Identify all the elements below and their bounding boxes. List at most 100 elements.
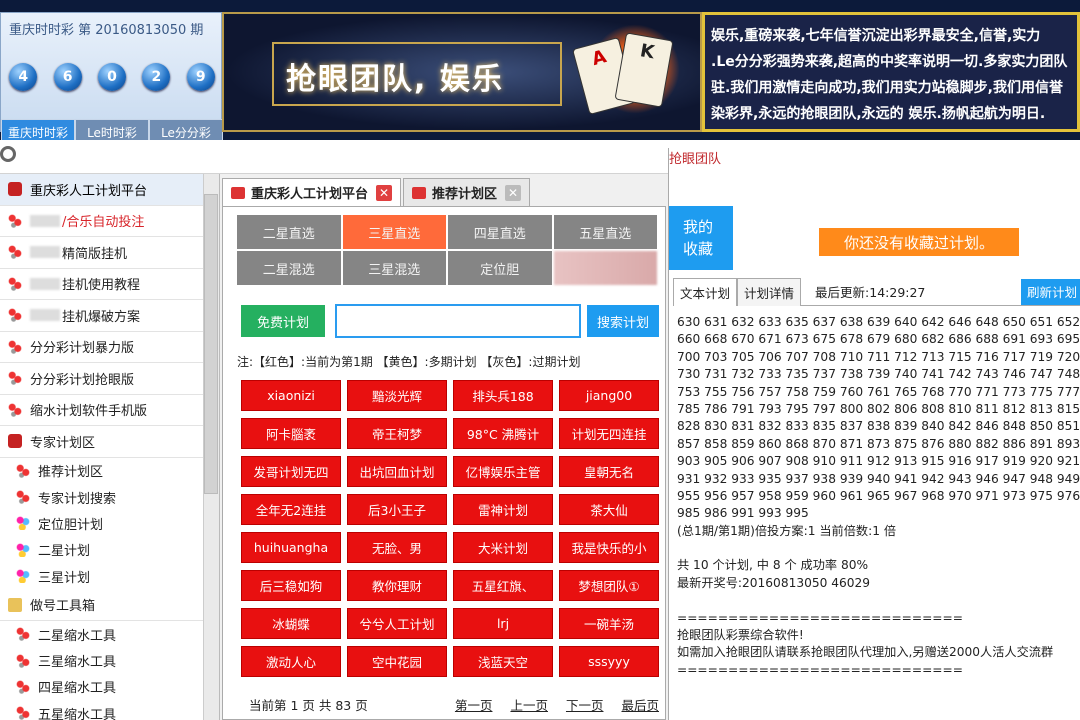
plan-text-area[interactable]: 630 631 632 633 635 637 638 639 640 642 …	[677, 314, 1080, 720]
close-icon[interactable]: ✕	[505, 184, 522, 201]
plan-button[interactable]: 兮兮人工计划	[347, 608, 447, 639]
sidebar-item[interactable]: 定位胆计划	[0, 510, 203, 536]
prev-page-link[interactable]: 上一页	[510, 695, 548, 714]
filter-button[interactable]: 四星直选	[448, 215, 552, 249]
plan-type-filters: 二星直选 三星直选 四星直选 五星直选 二星混选 三星混选 定位胆	[237, 215, 657, 285]
plan-button[interactable]: 梦想团队①	[559, 570, 659, 601]
plan-button[interactable]: 雷神计划	[453, 494, 553, 525]
plan-button[interactable]: 后三稳如狗	[241, 570, 341, 601]
sidebar-item[interactable]: /合乐自动投注	[0, 206, 203, 237]
first-page-link[interactable]: 第一页	[455, 695, 493, 714]
my-favorites-button[interactable]: 我的 收藏	[669, 206, 733, 270]
blurred-text	[30, 246, 60, 259]
top-banner-area: 重庆时时彩 第 20160813050 期 4 6 0 2 9 重庆时时彩 Le…	[0, 0, 1080, 145]
plan-button[interactable]: 空中花园	[347, 646, 447, 677]
dots-icon	[8, 276, 22, 291]
search-plan-button[interactable]: 搜索计划	[587, 305, 659, 337]
sidebar-item-label: 二星缩水工具	[38, 628, 117, 644]
plan-button[interactable]: 大米计划	[453, 532, 553, 563]
plan-button[interactable]: huihuangha	[241, 532, 341, 563]
plan-button[interactable]: 阿卡腦袤	[241, 418, 341, 449]
lottery-ball: 4	[9, 63, 38, 91]
grid-icon	[412, 186, 427, 199]
plan-button[interactable]: lrj	[453, 608, 553, 639]
sidebar-item[interactable]: 重庆彩人工计划平台	[0, 174, 203, 206]
refresh-plan-button[interactable]: 刷新计划	[1021, 278, 1080, 305]
sidebar-scrollbar[interactable]	[203, 174, 219, 720]
lottery-ball: 6	[53, 63, 82, 91]
sidebar-item[interactable]: 缩水计划软件手机版	[0, 395, 203, 426]
filter-button-blurred[interactable]	[553, 251, 657, 285]
sidebar-item-label: 四星缩水工具	[38, 681, 117, 697]
plan-button[interactable]: 无脸、男	[347, 532, 447, 563]
sidebar-item[interactable]: 精简版挂机	[0, 237, 203, 269]
filter-button[interactable]: 三星混选	[342, 251, 446, 285]
tab-chongqing-plan[interactable]: 重庆彩人工计划平台 ✕	[222, 178, 402, 206]
plan-button[interactable]: 排头兵188	[453, 380, 553, 411]
plan-text-line: 903 905 906 907 908 910 911 912 913 915 …	[677, 454, 1080, 469]
tab-text-plan[interactable]: 文本计划	[673, 277, 738, 306]
plan-button[interactable]: 皇朝无名	[559, 456, 659, 487]
sidebar-item[interactable]: 三星计划	[0, 563, 203, 589]
sidebar-item[interactable]: 分分彩计划抢眼版	[0, 363, 203, 395]
sidebar-item[interactable]: 挂机爆破方案	[0, 300, 203, 332]
filter-button[interactable]: 定位胆	[448, 251, 552, 285]
plan-button[interactable]: 五星红旗、	[453, 570, 553, 601]
sidebar-item[interactable]: 推荐计划区	[0, 458, 203, 484]
filter-button[interactable]: 二星混选	[237, 251, 341, 285]
sidebar-item[interactable]: 专家计划区	[0, 426, 203, 458]
plan-text-line: 700 703 705 706 707 708 710 711 712 713 …	[677, 349, 1080, 364]
plan-button[interactable]: xiaonizi	[241, 380, 341, 411]
close-icon[interactable]: ✕	[376, 184, 393, 201]
page-status: 当前第 1 页 共 83 页	[249, 698, 368, 713]
plan-button[interactable]: 一碗羊汤	[559, 608, 659, 639]
plan-button[interactable]: 出坑回血计划	[347, 456, 447, 487]
main-tabs: 重庆彩人工计划平台 ✕ 推荐计划区 ✕	[222, 178, 532, 206]
lottery-panel: 重庆时时彩 第 20160813050 期 4 6 0 2 9 重庆时时彩 Le…	[0, 12, 223, 145]
plan-button[interactable]: 浅蓝天空	[453, 646, 553, 677]
plan-button[interactable]: 亿博娱乐主管	[453, 456, 553, 487]
sidebar-item[interactable]: 三星缩水工具	[0, 647, 203, 673]
sidebar-item[interactable]: 五星缩水工具	[0, 700, 203, 720]
sidebar-item-label: 二星计划	[38, 544, 91, 560]
plan-button[interactable]: 98°C 沸腾计	[453, 418, 553, 449]
last-page-link[interactable]: 最后页	[621, 695, 659, 714]
plan-button[interactable]: 我是快乐的小	[559, 532, 659, 563]
lottery-ball: 0	[97, 63, 126, 91]
sidebar-item[interactable]: 二星计划	[0, 537, 203, 563]
filter-button[interactable]: 五星直选	[553, 215, 657, 249]
sidebar-item[interactable]: 专家计划搜索	[0, 484, 203, 510]
sidebar-item[interactable]: 挂机使用教程	[0, 269, 203, 300]
sidebar-item[interactable]: 四星缩水工具	[0, 674, 203, 700]
lottery-ball: 9	[186, 63, 215, 91]
plan-button[interactable]: 帝王柯梦	[347, 418, 447, 449]
plan-text-line: ============================	[677, 610, 963, 625]
plan-button[interactable]: 冰蝴蝶	[241, 608, 341, 639]
sidebar-item[interactable]: 二星缩水工具	[0, 621, 203, 647]
sidebar-item[interactable]: 做号工具箱	[0, 589, 203, 621]
filter-button[interactable]: 二星直选	[237, 215, 341, 249]
plan-button[interactable]: 教你理财	[347, 570, 447, 601]
notice-line: 染彩界,永远的抢眼团队,永远的 娱乐.扬帆起航为明日.	[711, 106, 1046, 122]
banner-slogan: 抢眼团队, 娱乐	[286, 62, 504, 97]
notice-line: 驻.我们用激情走向成功,我们用实力站稳脚步,我们用信誉	[711, 80, 1063, 96]
filter-button[interactable]: 三星直选	[342, 215, 446, 249]
plan-button[interactable]: 计划无四连挂	[559, 418, 659, 449]
sidebar-item[interactable]: 分分彩计划暴力版	[0, 332, 203, 363]
plan-button[interactable]: 茶大仙	[559, 494, 659, 525]
tab-recommended-plan[interactable]: 推荐计划区 ✕	[403, 178, 531, 206]
next-page-link[interactable]: 下一页	[566, 695, 604, 714]
plan-button[interactable]: 全年无2连挂	[241, 494, 341, 525]
plan-button[interactable]: 黯淡光辉	[347, 380, 447, 411]
tab-plan-details[interactable]: 计划详情	[737, 277, 802, 306]
scrollbar-thumb[interactable]	[204, 194, 218, 494]
plan-button[interactable]: jiang00	[559, 380, 659, 411]
plan-button[interactable]: 后3小王子	[347, 494, 447, 525]
plan-button[interactable]: sssyyy	[559, 646, 659, 677]
settings-gear-icon[interactable]	[0, 146, 16, 162]
plan-button[interactable]: 发哥计划无四	[241, 456, 341, 487]
folder-icon	[8, 597, 22, 612]
plan-button[interactable]: 激动人心	[241, 646, 341, 677]
plan-search-input[interactable]	[335, 304, 581, 338]
free-plan-button[interactable]: 免费计划	[241, 305, 325, 337]
